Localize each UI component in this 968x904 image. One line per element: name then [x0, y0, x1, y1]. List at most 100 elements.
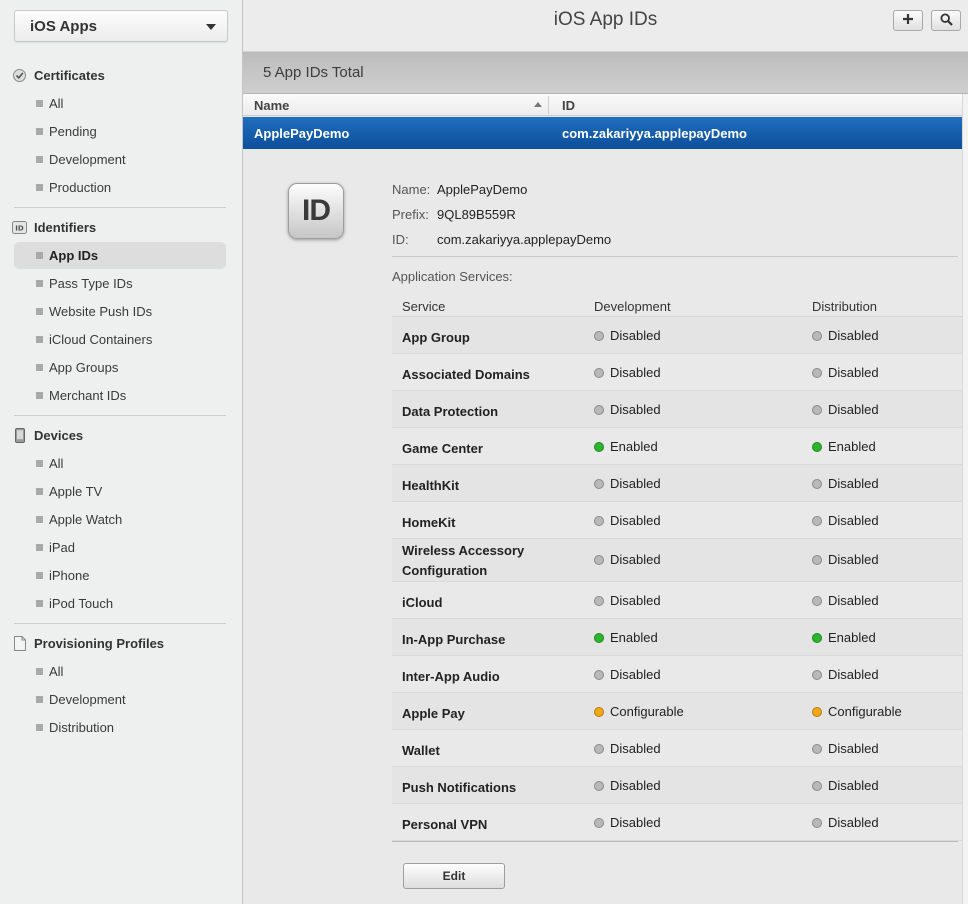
sidebar-item-label: Pass Type IDs	[49, 276, 133, 291]
column-name-header[interactable]: Name	[254, 98, 289, 113]
sidebar-item-website-push-ids[interactable]: Website Push IDs	[14, 298, 226, 325]
scrollbar[interactable]	[962, 94, 968, 904]
divider	[392, 841, 958, 842]
sidebar-item-label: Merchant IDs	[49, 388, 127, 403]
service-distribution-status: Disabled	[812, 667, 879, 682]
platform-select[interactable]: iOS Apps	[14, 10, 228, 42]
bullet	[36, 544, 43, 551]
sidebar-item-label: iPod Touch	[49, 596, 114, 611]
sidebar-item-pass-type-ids[interactable]: Pass Type IDs	[14, 270, 226, 297]
distribution-column-header: Distribution	[812, 299, 878, 314]
sidebar-item-apple-watch[interactable]: Apple Watch	[14, 506, 226, 533]
status-dot-icon	[594, 743, 604, 754]
sidebar-item-cert-pending[interactable]: Pending	[14, 118, 226, 145]
service-distribution-status: Disabled	[812, 328, 879, 343]
status-text: Configurable	[610, 704, 684, 719]
sidebar-item-apple-tv[interactable]: Apple TV	[14, 478, 226, 505]
services-rows: App Group Disabled Disabled Associated Doma…	[392, 317, 962, 841]
development-column-header: Development	[594, 299, 671, 314]
section-provisioning-profiles: Provisioning Profiles	[12, 633, 164, 653]
bullet	[36, 336, 43, 343]
service-distribution-status: Enabled	[812, 439, 876, 454]
table-row: Data Protection Disabled Disabled	[392, 391, 962, 428]
status-dot-icon	[594, 595, 604, 606]
service-name: HealthKit	[402, 478, 460, 493]
status-text: Disabled	[610, 328, 661, 343]
sidebar-item-iphone[interactable]: iPhone	[14, 562, 226, 589]
service-name: Push Notifications	[402, 780, 517, 795]
app-id-detail: ID Name: ApplePayDemo Prefix: 9QL89B559R…	[243, 149, 962, 904]
service-distribution-status: Disabled	[812, 552, 879, 567]
sidebar-item-label: All	[49, 456, 64, 471]
service-development-status: Disabled	[594, 476, 661, 491]
service-distribution-status: Disabled	[812, 815, 879, 830]
sidebar-item-profiles-development[interactable]: Development	[14, 686, 226, 713]
sidebar-item-profiles-distribution[interactable]: Distribution	[14, 714, 226, 741]
table-row-selected[interactable]: ApplePayDemo com.zakariyya.applepayDemo	[243, 117, 962, 149]
service-name: Personal VPN	[402, 817, 488, 832]
status-text: Disabled	[828, 476, 879, 491]
sidebar-item-devices-all[interactable]: All	[14, 450, 226, 477]
add-button[interactable]	[893, 10, 923, 31]
sidebar-item-label: iPhone	[49, 568, 90, 583]
bullet	[36, 308, 43, 315]
sidebar-item-app-groups[interactable]: App Groups	[14, 354, 226, 381]
platform-select-label: iOS Apps	[30, 18, 97, 35]
section-title: Devices	[34, 427, 84, 443]
table-row: Associated Domains Disabled Disabled	[392, 354, 962, 391]
name-label: Name:	[392, 182, 431, 197]
sidebar-item-ipod-touch[interactable]: iPod Touch	[14, 590, 226, 617]
service-distribution-status: Disabled	[812, 778, 879, 793]
status-dot-icon	[594, 817, 604, 828]
status-dot-icon	[812, 554, 822, 565]
status-dot-icon	[594, 478, 604, 489]
sidebar-item-ipad[interactable]: iPad	[14, 534, 226, 561]
sidebar-item-profiles-all[interactable]: All	[14, 658, 226, 685]
status-text: Enabled	[610, 630, 658, 645]
column-id-header[interactable]: ID	[562, 98, 575, 113]
edit-button[interactable]: Edit	[403, 863, 505, 889]
sidebar-item-label: iPad	[49, 540, 76, 555]
sidebar-item-cert-all[interactable]: All	[14, 90, 226, 117]
section-title: Provisioning Profiles	[34, 635, 165, 651]
page-title: iOS App IDs	[553, 9, 658, 30]
bullet	[36, 252, 43, 259]
service-name: Wireless Accessory Configuration	[402, 543, 525, 578]
service-development-status: Enabled	[594, 439, 658, 454]
sidebar-item-label: App IDs	[49, 248, 99, 263]
service-name: Data Protection	[402, 404, 499, 419]
status-text: Disabled	[610, 552, 661, 567]
status-dot-icon	[812, 632, 822, 643]
services-title: Application Services:	[392, 269, 513, 284]
bullet	[36, 184, 43, 191]
table-row: Personal VPN Disabled Disabled	[392, 804, 962, 841]
divider	[392, 256, 958, 257]
status-dot-icon	[812, 441, 822, 452]
status-dot-icon	[594, 706, 604, 717]
bullet	[36, 364, 43, 371]
status-dot-icon	[594, 780, 604, 791]
service-distribution-status: Disabled	[812, 513, 879, 528]
header: iOS App IDs	[243, 0, 968, 52]
status-dot-icon	[812, 478, 822, 489]
svg-text:ID: ID	[15, 224, 24, 232]
service-name: Associated Domains	[402, 367, 530, 382]
status-text: Disabled	[610, 741, 661, 756]
service-name: Apple Pay	[402, 706, 465, 721]
sidebar-item-merchant-ids[interactable]: Merchant IDs	[14, 382, 226, 409]
chevron-down-icon	[206, 24, 216, 30]
bullet	[36, 280, 43, 287]
table-row: iCloud Disabled Disabled	[392, 582, 962, 619]
sidebar-item-label: All	[49, 96, 64, 111]
search-button[interactable]	[931, 10, 961, 31]
status-text: Disabled	[828, 513, 879, 528]
bullet	[36, 460, 43, 467]
sidebar-item-cert-production[interactable]: Production	[14, 174, 226, 201]
sidebar-item-icloud-containers[interactable]: iCloud Containers	[14, 326, 226, 353]
status-dot-icon	[812, 706, 822, 717]
app-id-icon: ID	[288, 183, 344, 239]
service-development-status: Disabled	[594, 667, 661, 682]
sidebar-item-cert-development[interactable]: Development	[14, 146, 226, 173]
sidebar-item-label: Development	[49, 692, 126, 707]
sidebar-item-app-ids[interactable]: App IDs	[14, 242, 226, 269]
